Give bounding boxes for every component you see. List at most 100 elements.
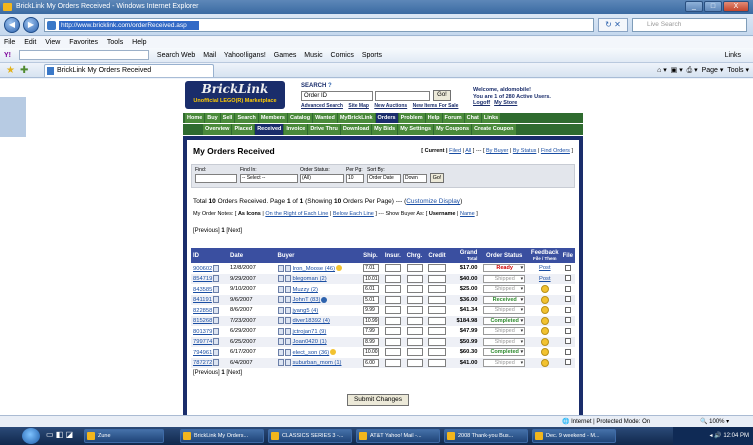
credit-input[interactable] [428,295,447,304]
message-icon[interactable] [284,264,291,272]
nav-mybricklink[interactable]: MyBrickLink [337,113,375,123]
buyer-link[interactable]: diver18392 (4) [293,318,330,324]
nav-orders[interactable]: Orders [375,113,398,123]
subnav-drive-thru[interactable]: Drive Thru [308,124,340,135]
charge-input[interactable] [406,358,423,367]
insurance-input[interactable] [384,274,401,283]
toolbar-comics[interactable]: Comics [331,52,354,59]
pager-prev-top[interactable]: [Previous] [193,228,220,234]
email-icon[interactable] [277,306,284,314]
email-icon[interactable] [277,327,284,335]
subnav-my-settings[interactable]: My Settings [398,124,434,135]
pager-prev-bottom[interactable]: [Previous] [193,370,220,376]
buyer-link[interactable]: Muzzy (2) [293,287,318,293]
feedback-smile-icon[interactable] [540,295,549,304]
order-note-icon[interactable] [213,348,220,356]
subnav-overview[interactable]: Overview [203,124,232,135]
order-status-select[interactable]: Completed [483,348,526,357]
nav-search[interactable]: Search [235,113,258,123]
insurance-input[interactable] [384,295,401,304]
order-id-link[interactable]: 794961 [193,350,212,356]
message-icon[interactable] [284,285,291,293]
pager-next-bottom[interactable]: [Next] [226,370,242,376]
email-icon[interactable] [277,275,284,283]
submit-changes-button[interactable]: Submit Changes [347,394,409,406]
order-note-icon[interactable] [213,264,220,272]
nav-wanted[interactable]: Wanted [313,113,337,123]
filter-by-buyer[interactable]: By Buyer [486,148,508,154]
links-button[interactable]: Links [725,48,741,62]
menu-help[interactable]: Help [132,39,146,46]
order-id-link[interactable]: 841191 [193,297,212,303]
credit-input[interactable] [428,285,447,294]
menu-favorites[interactable]: Favorites [69,39,98,46]
shipping-input[interactable]: 10.01 [363,274,380,283]
file-checkbox[interactable] [564,348,571,355]
home-icon[interactable]: ⌂ ▾ [657,67,667,74]
order-status-select[interactable]: Shipped [483,306,526,315]
notes-as-icons[interactable]: As Icons [238,211,261,217]
credit-input[interactable] [428,274,447,283]
buyer-link[interactable]: elect_son (36) [293,350,330,356]
file-checkbox[interactable] [564,264,571,271]
order-id-link[interactable]: 801379 [193,329,212,335]
taskbar-item[interactable]: Zune [84,429,164,443]
message-icon[interactable] [284,327,291,335]
charge-input[interactable] [406,337,423,346]
order-note-icon[interactable] [213,359,220,367]
credit-input[interactable] [428,316,447,325]
order-status-select[interactable]: (All) [300,174,344,183]
order-status-select[interactable]: Shipped [483,327,526,336]
quick-launch-icons[interactable]: ▭ ◧ ◪ [46,430,73,439]
col-id[interactable]: ID [191,248,229,263]
nav-members[interactable]: Members [258,113,287,123]
toolbar-music[interactable]: Music [304,52,322,59]
tab-bricklink[interactable]: BrickLink My Orders Received [44,64,214,77]
email-icon[interactable] [277,317,284,325]
post-feedback-link[interactable]: Post [539,276,551,282]
file-checkbox[interactable] [564,359,571,366]
message-icon[interactable] [284,296,291,304]
find-input[interactable] [195,174,237,183]
advanced-search-link[interactable]: Advanced Search [301,103,343,109]
shipping-input[interactable]: 9.99 [363,306,380,315]
charge-input[interactable] [406,316,423,325]
file-checkbox[interactable] [564,327,571,334]
clock[interactable]: 12:04 PM [723,433,749,439]
logoff-link[interactable]: Logoff [473,100,490,106]
email-icon[interactable] [277,348,284,356]
toolbar-mail[interactable]: Mail [203,52,216,59]
email-icon[interactable] [277,264,284,272]
site-map-link[interactable]: Site Map [348,103,369,109]
insurance-input[interactable] [384,358,401,367]
buyer-link[interactable]: Joan0420 (1) [293,339,327,345]
filter-filed[interactable]: Filed [449,148,461,154]
subnav-my-bids[interactable]: My Bids [372,124,398,135]
credit-input[interactable] [428,327,447,336]
search-input[interactable] [375,91,430,101]
buyer-link[interactable]: jctrojan71 (9) [293,329,327,335]
order-note-icon[interactable] [213,285,220,293]
credit-input[interactable] [428,348,447,357]
feedback-smile-icon[interactable] [540,285,549,294]
feeds-icon[interactable]: ▣ ▾ [671,67,683,74]
per-page-select[interactable]: 10 [346,174,364,183]
notes-below-link[interactable]: Below Each Line [333,211,374,217]
order-note-icon[interactable] [213,306,220,314]
address-bar[interactable]: http://www.bricklink.com/orderReceived.a… [44,18,594,32]
order-id-link[interactable]: 900602 [193,266,212,272]
favorites-star-icon[interactable]: ★ [6,64,15,77]
menu-view[interactable]: View [45,39,60,46]
yahoo-logo[interactable]: Y! [4,52,11,59]
credit-input[interactable] [428,358,447,367]
order-status-select[interactable]: Ready [483,264,526,273]
sort-direction-select[interactable]: Down [403,174,427,183]
back-icon[interactable]: ◀ [4,17,20,33]
email-icon[interactable] [277,285,284,293]
filter-find-orders[interactable]: Find Orders [541,148,570,154]
shipping-input[interactable]: 8.99 [363,337,380,346]
maximize-button[interactable]: □ [704,1,722,12]
buyer-link[interactable]: jyang5 (4) [293,308,319,314]
refresh-icon[interactable]: ↻ ✕ [598,18,628,32]
bricklink-logo[interactable]: BrickLink Unofficial LEGO(R) Marketplace [185,81,285,109]
